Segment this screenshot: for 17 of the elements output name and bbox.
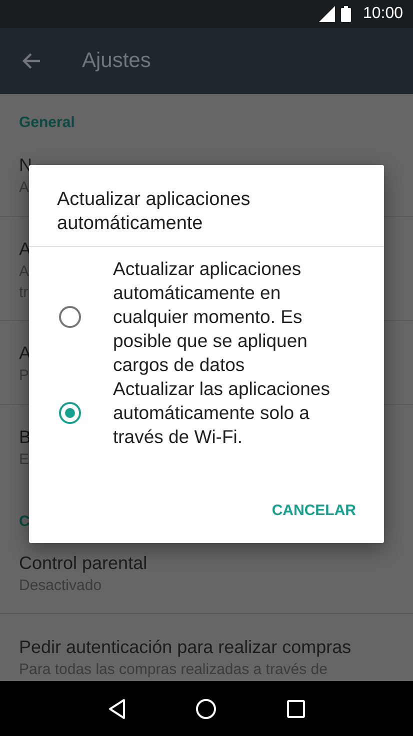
battery-icon [340, 6, 351, 22]
recents-icon[interactable] [285, 698, 308, 720]
section-header: General [19, 114, 75, 131]
home-icon[interactable] [195, 698, 218, 720]
app-title: Ajustes [82, 49, 151, 73]
radio-button[interactable] [59, 402, 81, 424]
option-label[interactable]: Actualizar aplicaciones automáticamente en cualquier momento. Es posible que se apliquen cargos de datos [113, 257, 353, 377]
signal-icon [318, 6, 335, 22]
section-header: C [19, 513, 30, 530]
setting-title[interactable]: Control parental [19, 551, 148, 575]
dialog-title: Actualizar aplicaciones automáticamente [29, 165, 384, 247]
cancel-button[interactable]: CANCELAR [264, 496, 364, 525]
radio-button[interactable] [59, 306, 81, 328]
option-label[interactable]: Actualizar las aplicaciones automáticamente solo a través de Wi-Fi. [113, 377, 353, 449]
setting-title[interactable]: Pedir autenticación para realizar compras [19, 635, 352, 659]
back-arrow-icon[interactable] [22, 51, 42, 71]
status-time: 10:00 [362, 5, 403, 23]
